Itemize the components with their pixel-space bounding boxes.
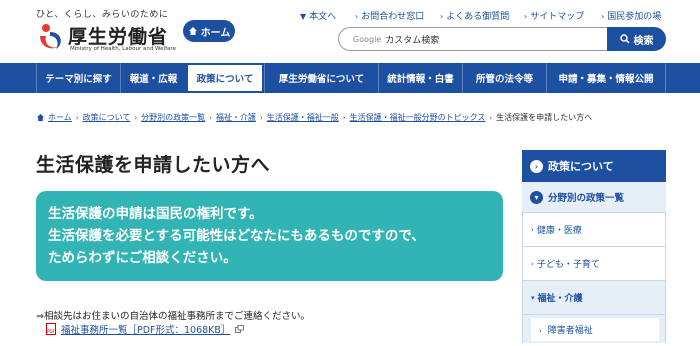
sidebar-subheading-label: 分野別の政策一覧 bbox=[548, 193, 625, 204]
nav-item-laws[interactable]: 所管の法令等 bbox=[462, 63, 546, 93]
chevron-right-icon: › bbox=[259, 113, 263, 122]
pdf-link-row: PDF 福祉事務所一覧［PDF形式：1068KB］ bbox=[46, 322, 245, 336]
utility-link-contact[interactable]: › お問合わせ窓口 bbox=[355, 9, 424, 22]
search-placeholder: カスタム検索 bbox=[385, 35, 440, 46]
chevron-right-icon: › bbox=[531, 225, 534, 234]
utility-link-label: 本文へ bbox=[309, 12, 337, 22]
sidebar-item-health[interactable]: › 健康・医療 bbox=[522, 213, 666, 247]
search-icon bbox=[619, 34, 630, 44]
sidebar-item-label: 健康・医療 bbox=[536, 226, 582, 236]
utility-link-faq[interactable]: › よくある御質問 bbox=[440, 9, 509, 22]
breadcrumb-link-policy[interactable]: 政策について bbox=[83, 112, 131, 123]
utility-link-label: 国民参加の場 bbox=[607, 12, 662, 22]
chevron-right-icon: › bbox=[601, 12, 605, 21]
home-button[interactable]: ホーム bbox=[183, 20, 235, 42]
sidebar-item-childcare[interactable]: › 子ども・子育て bbox=[522, 247, 666, 281]
search-brand: Google bbox=[353, 34, 382, 44]
breadcrumb: ホーム › 政策について › 分野別の政策一覧 › 福祉・介護 › 生活保護・福祉一般 ›… bbox=[36, 112, 592, 123]
sidebar-item-welfare[interactable]: ▾ 福祉・介護 bbox=[522, 281, 666, 315]
chevron-right-icon: › bbox=[209, 113, 212, 122]
nav-item-about[interactable]: 厚生労働省について bbox=[264, 63, 378, 93]
utility-link-participation[interactable]: › 国民参加の場 bbox=[601, 9, 661, 22]
chevron-right-icon: › bbox=[355, 12, 359, 21]
home-icon bbox=[36, 113, 45, 122]
utility-link-label: サイトマップ bbox=[530, 12, 585, 22]
global-nav: テーマ別に探す 報道・広報 政策について 厚生労働省について 統計情報・白書 所… bbox=[0, 63, 700, 93]
chevron-down-icon: ▾ bbox=[530, 190, 543, 204]
breadcrumb-current: 生活保護を申請したい方へ bbox=[496, 113, 593, 122]
page-title: 生活保護を申請したい方へ bbox=[36, 154, 271, 176]
nav-item-themes[interactable]: テーマ別に探す bbox=[36, 63, 120, 93]
callout-line: 生活保護の申請は国民の権利です。 bbox=[48, 206, 263, 222]
chevron-right-icon: › bbox=[342, 113, 346, 122]
nav-item-press[interactable]: 報道・広報 bbox=[120, 63, 186, 93]
pdf-icon: PDF bbox=[46, 323, 56, 335]
callout-line: ためらわずにご相談ください。 bbox=[48, 250, 237, 266]
breadcrumb-link-home[interactable]: ホーム bbox=[48, 112, 72, 123]
sidebar-child-container: › 障害者福祉 bbox=[522, 315, 666, 343]
welfare-office-list-link[interactable]: 福祉事務所一覧［PDF形式：1068KB］ bbox=[61, 322, 230, 336]
chevron-right-icon: › bbox=[539, 326, 542, 335]
callout-box: 生活保護の申請は国民の権利です。 生活保護を必要とする可能性はどなたにもあるもの… bbox=[36, 191, 503, 281]
chevron-right-icon: › bbox=[440, 12, 444, 21]
site-logo-name[interactable]: 厚生労働省 bbox=[68, 22, 168, 49]
utility-link-sitemap[interactable]: › サイトマップ bbox=[524, 9, 584, 22]
chevron-down-icon: ▾ bbox=[531, 293, 535, 302]
home-button-label: ホーム bbox=[200, 27, 231, 39]
search-button[interactable]: 検索 bbox=[607, 27, 666, 51]
utility-link-label: お問合わせ窓口 bbox=[361, 12, 425, 22]
sidebar-child-disability[interactable]: › 障害者福祉 bbox=[531, 317, 659, 341]
sidebar-heading[interactable]: › 政策について bbox=[522, 150, 666, 182]
callout-line: 生活保護を必要とする可能性はどなたにもあるものですので、 bbox=[48, 228, 425, 244]
breadcrumb-link-topics[interactable]: 生活保護・福祉一般分野のトピックス bbox=[350, 112, 486, 123]
site-tagline: ひと、くらし、みらいのために bbox=[36, 10, 169, 20]
sidebar-heading-label: 政策について bbox=[548, 160, 614, 173]
chevron-right-icon: › bbox=[530, 159, 543, 173]
contact-note: ⇒相談先はお住まいの自治体の福祉事務所までご連絡ください。 bbox=[36, 311, 310, 322]
search-button-label: 検索 bbox=[633, 35, 654, 47]
site-logo-english: Ministry of Health, Labour and Welfare bbox=[70, 46, 176, 52]
breadcrumb-link-welfare-care[interactable]: 福祉・介護 bbox=[216, 112, 256, 123]
utility-link-label: よくある御質問 bbox=[446, 12, 510, 22]
external-window-icon bbox=[235, 325, 245, 333]
nav-item-applications[interactable]: 申請・募集・情報公開 bbox=[546, 63, 666, 93]
home-icon bbox=[188, 27, 197, 35]
sidebar-item-label: 福祉・介護 bbox=[537, 294, 583, 304]
utility-link-skip[interactable]: ▼ 本文へ bbox=[300, 9, 336, 22]
chevron-right-icon: › bbox=[524, 12, 528, 21]
search-input[interactable]: Google カスタム検索 bbox=[338, 27, 608, 51]
chevron-right-icon: › bbox=[75, 113, 79, 122]
nav-item-policy[interactable]: 政策について bbox=[186, 63, 264, 93]
site-header: ひと、くらし、みらいのために 厚生労働省 Ministry of Health,… bbox=[0, 0, 700, 63]
sidebar-child-label: 障害者福祉 bbox=[547, 325, 593, 336]
nav-item-statistics[interactable]: 統計情報・白書 bbox=[378, 63, 462, 93]
chevron-right-icon: › bbox=[489, 113, 493, 122]
sidebar: › 政策について ▾ 分野別の政策一覧 › 健康・医療 › 子ども・子育て ▾ … bbox=[522, 150, 666, 343]
sidebar-subheading[interactable]: ▾ 分野別の政策一覧 bbox=[522, 182, 666, 213]
sidebar-item-label: 子ども・子育て bbox=[536, 260, 600, 270]
breadcrumb-link-field-policies[interactable]: 分野別の政策一覧 bbox=[141, 112, 205, 123]
chevron-right-icon: › bbox=[134, 113, 138, 122]
chevron-down-icon: ▼ bbox=[300, 12, 307, 21]
ministry-logo-icon[interactable] bbox=[36, 22, 64, 52]
chevron-right-icon: › bbox=[531, 259, 534, 268]
breadcrumb-link-livelihood-welfare[interactable]: 生活保護・福祉一般 bbox=[267, 112, 339, 123]
